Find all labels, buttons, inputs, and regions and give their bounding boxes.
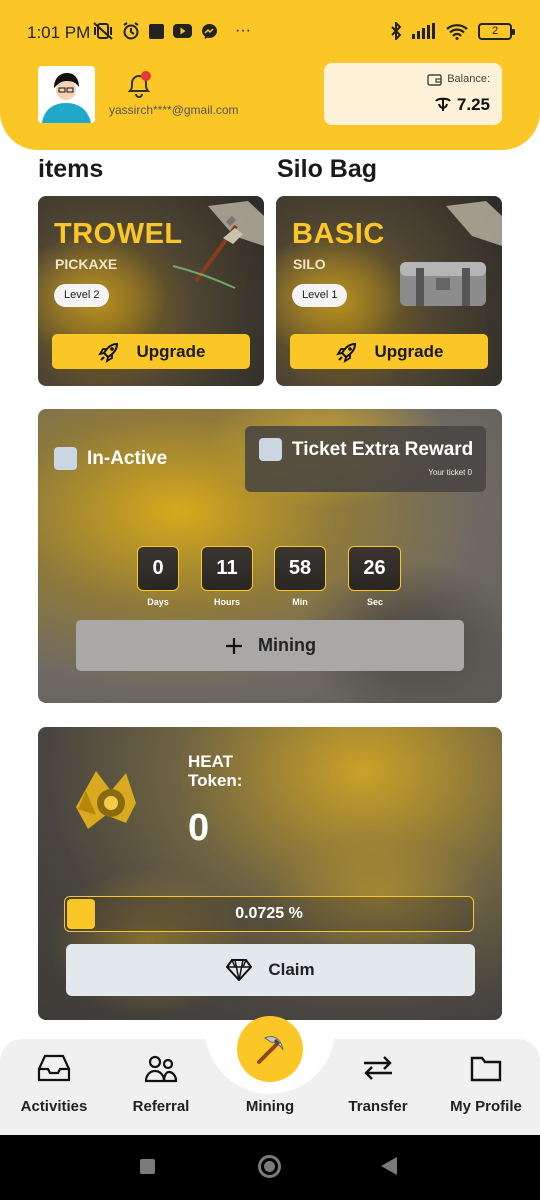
wifi-icon [446,23,468,40]
system-navigation-bar [0,1135,540,1200]
trowel-card[interactable]: TROWEL PICKAXE Level 2 Upgrade [38,196,264,386]
users-icon [144,1055,178,1083]
timer-minutes-label: Min [292,597,308,607]
battery-icon: 2 [478,22,515,40]
balance-card[interactable]: Balance: 7.25 [324,63,502,125]
mining-button-label: Mining [258,635,316,655]
heat-progress-bar: 0.0725 % [64,896,474,932]
timer-seconds-label: Sec [366,597,383,607]
user-email: yassirch****@gmail.com [109,103,239,117]
heat-token-panel: HEAT Token: 0 0.0725 % Claim [38,727,502,1020]
youtube-icon [173,24,192,38]
nav-transfer-label: Transfer [348,1098,408,1115]
card-subtitle: PICKAXE [55,256,118,272]
alarm-icon [123,22,139,40]
ticket-extra-reward[interactable]: Ticket Extra Reward Your ticket 0 [245,426,486,492]
basic-silo-card[interactable]: BASIC SILO Level 1 Upgrade [276,196,502,386]
nav-transfer[interactable]: Transfer [328,1050,428,1115]
timer-days-label: Days [147,597,169,607]
home-button[interactable] [258,1155,281,1178]
heat-token-value: 0 [188,807,210,849]
claim-label: Claim [268,960,315,979]
upgrade-button[interactable]: Upgrade [52,334,250,369]
nav-mining[interactable]: Mining [220,1050,320,1115]
mining-panel: In-Active Ticket Extra Reward Your ticke… [38,409,502,703]
more-notifications-icon: ··· [235,22,251,39]
avatar-image [38,66,95,123]
timer-minutes: 58 [274,546,326,591]
nav-mining-label: Mining [245,1098,295,1115]
upgrade-label: Upgrade [374,341,444,361]
diamond-icon [226,959,253,981]
app-square-icon [149,23,164,39]
inbox-icon [37,1054,71,1082]
balance-label: Balance: [447,73,490,85]
nav-activities-label: Activities [20,1098,88,1115]
timer-hours-label: Hours [213,597,240,607]
heat-token-title: HEAT Token: [188,752,243,790]
app-header: 1:01 PM ··· 2 yassirch****@gmail.com Bal… [0,0,540,150]
recents-button[interactable] [140,1159,155,1174]
balance-value: 7.25 [456,95,490,114]
folder-icon [470,1056,502,1082]
bluetooth-icon [391,22,402,40]
claim-button[interactable]: Claim [66,944,475,996]
nav-my-profile[interactable]: My Profile [436,1050,536,1115]
notification-bell-icon[interactable] [124,70,154,100]
mining-status[interactable]: In-Active [54,447,167,470]
upgrade-button[interactable]: Upgrade [290,334,488,369]
vibrate-off-icon [93,22,113,40]
ticket-count: Your ticket 0 [428,468,472,477]
level-badge: Level 1 [292,284,348,307]
nav-my-profile-label: My Profile [450,1098,522,1115]
heat-token-icon [76,771,136,829]
heat-progress-text: 0.0725 % [235,905,303,922]
mining-button[interactable]: Mining [76,620,464,671]
status-time: 1:01 PM [27,23,91,42]
items-title: items [38,155,104,183]
rocket-icon [97,342,118,363]
messenger-icon [202,23,217,39]
rocket-icon [335,342,356,363]
timer-seconds: 26 [348,546,401,591]
coin-icon [435,97,451,111]
ticket-label: Ticket Extra Reward [292,438,474,460]
transfer-icon [364,1056,392,1080]
silo-bag-title: Silo Bag [277,155,378,183]
notification-icons: ··· [93,22,251,40]
timer-days: 0 [137,546,179,591]
wallet-icon [427,74,442,86]
nav-referral-label: Referral [132,1098,190,1115]
plus-icon [226,637,242,654]
avatar[interactable] [38,66,95,123]
card-title: TROWEL [54,218,183,250]
system-icons: 2 [390,22,515,40]
timer-hours: 11 [201,546,253,591]
card-title: BASIC [292,218,385,250]
upgrade-label: Upgrade [136,341,206,361]
nav-activities[interactable]: Activities [4,1050,104,1115]
nav-referral[interactable]: Referral [111,1050,211,1115]
level-badge: Level 2 [54,284,110,307]
mining-status-label: In-Active [87,447,168,469]
signal-icon [412,23,435,39]
card-subtitle: SILO [293,256,326,272]
ticket-checkbox[interactable] [259,438,282,461]
back-button[interactable] [381,1157,397,1175]
inactive-checkbox[interactable] [54,447,77,470]
status-bar: 1:01 PM ··· 2 [0,18,540,48]
